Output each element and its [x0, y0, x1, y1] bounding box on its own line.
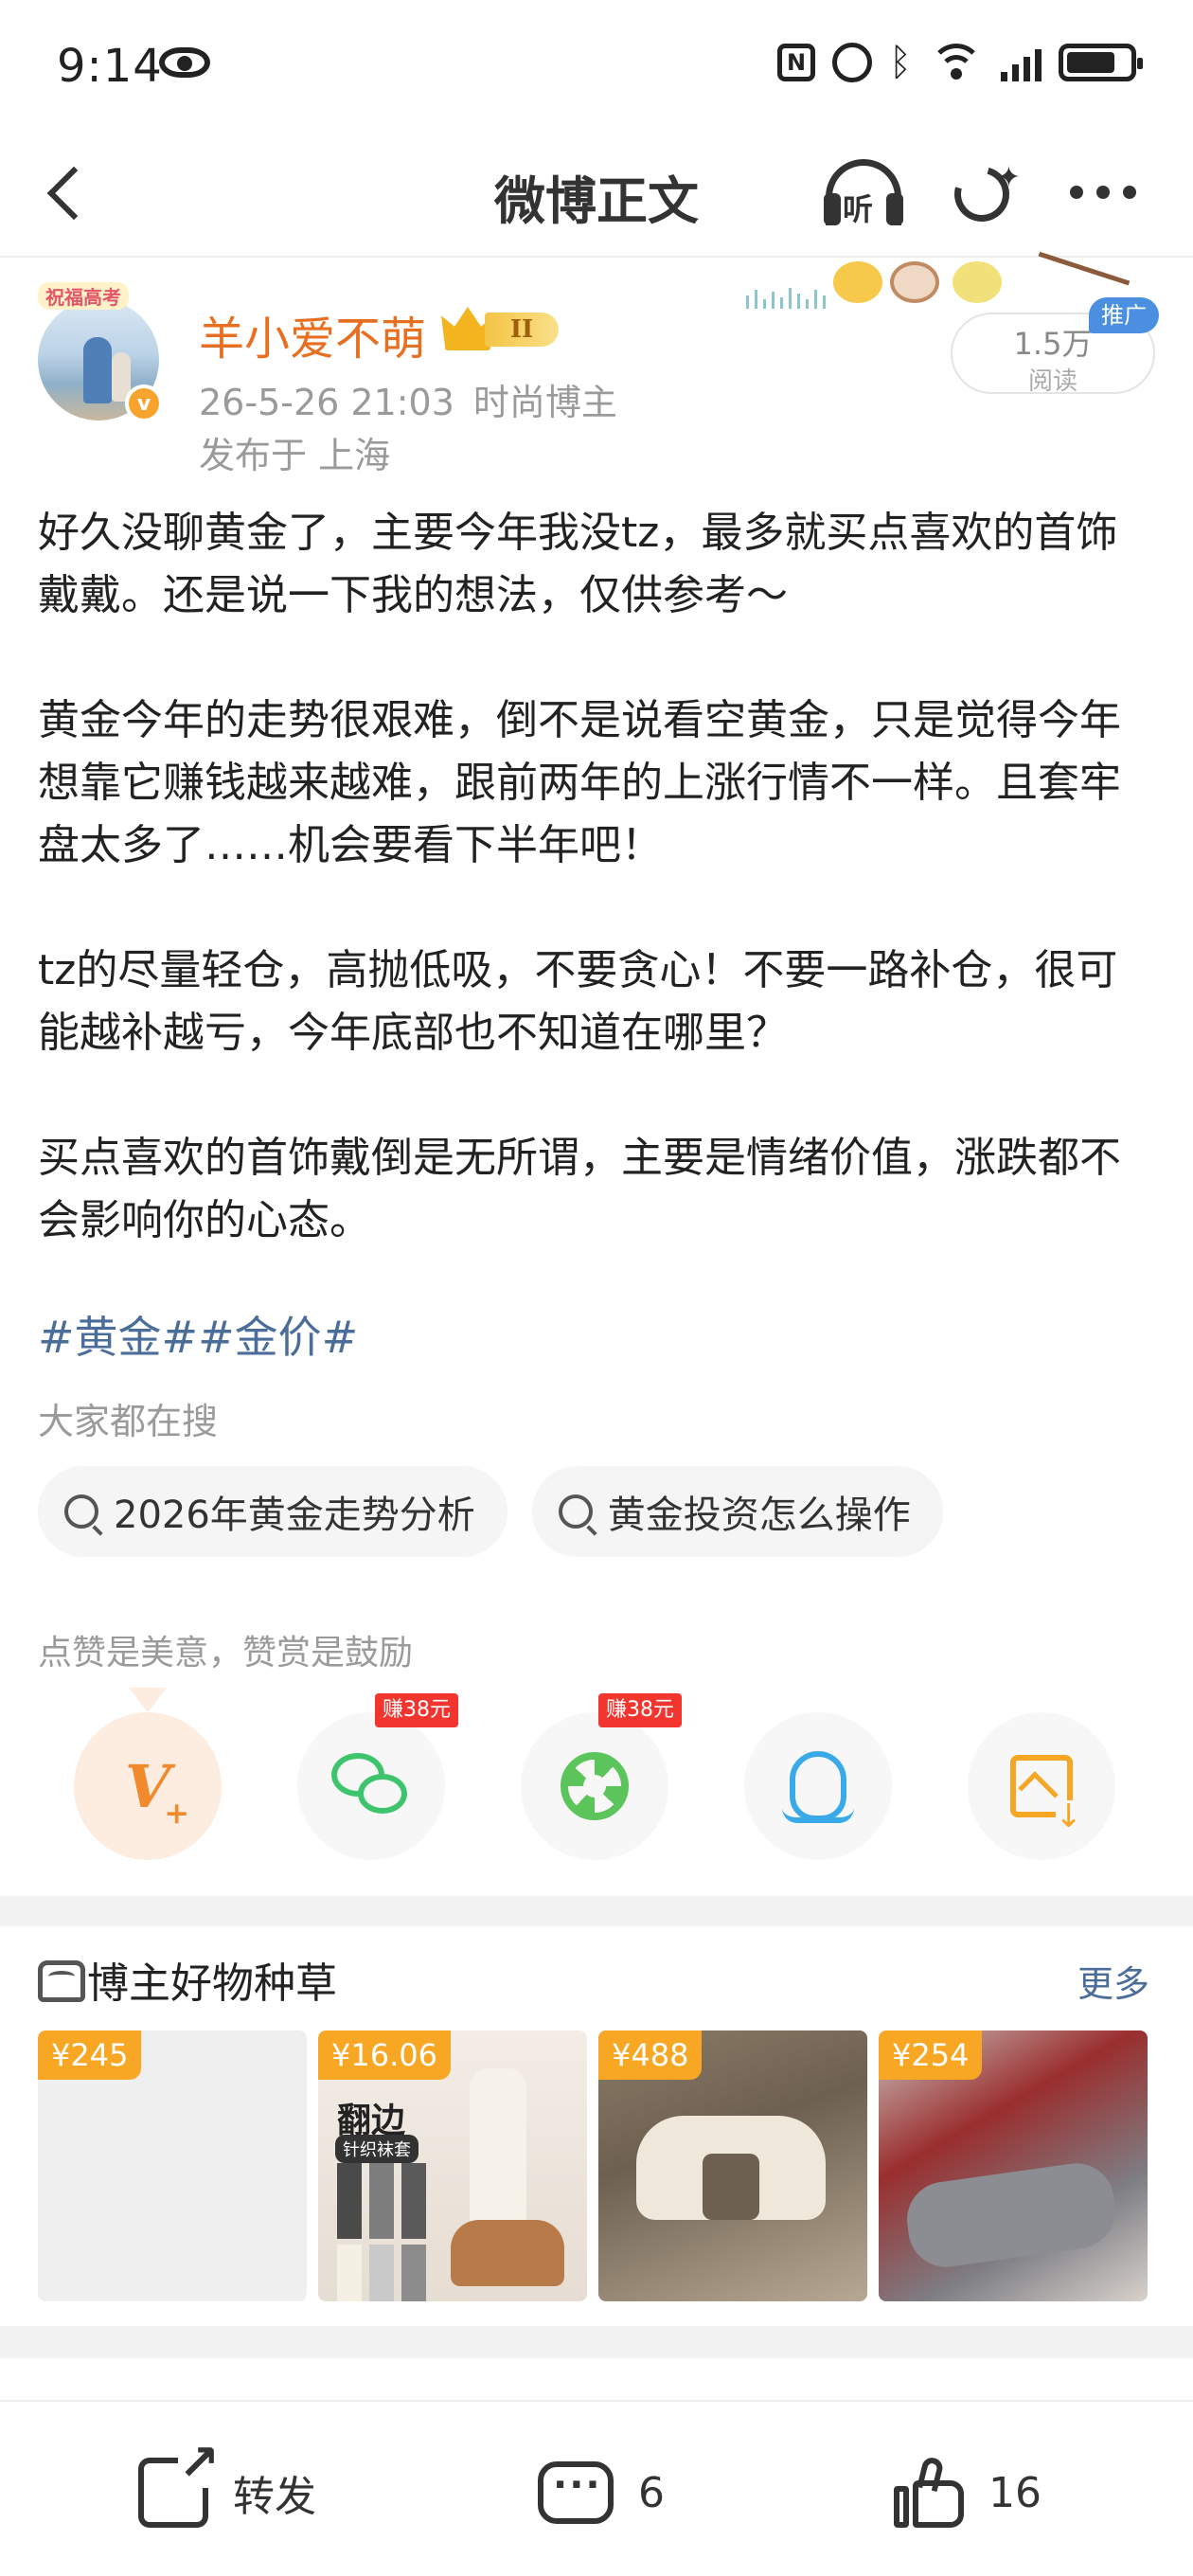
hashtag-link[interactable]: #黄金# [38, 1312, 198, 1363]
author-role: 时尚博主 [472, 382, 617, 423]
repost-button[interactable]: 转发 [138, 2439, 316, 2531]
chip-label: 黄金投资怎么操作 [607, 1494, 911, 1537]
save-image-icon [1010, 1755, 1082, 1833]
shop-icon [38, 1960, 85, 2002]
price-tag: ¥488 [598, 2030, 703, 2080]
repost-icon [138, 2439, 220, 2528]
repost-label: 转发 [233, 2473, 316, 2521]
post-time: 26-5-26 21:03 [199, 382, 454, 423]
signal-icon [1001, 44, 1042, 81]
sparkle-icon: ✦ [996, 161, 1021, 194]
post-paragraph: 好久没聊黄金了，主要今年我没tz，最多就买点喜欢的首饰戴戴。还是说一下我的想法，… [38, 509, 1118, 619]
more-options-icon[interactable] [1070, 186, 1136, 199]
vip-badge[interactable]: II [441, 307, 562, 350]
bird-icon [953, 261, 1002, 303]
goods-more-link[interactable]: 更多 [1077, 1955, 1149, 2007]
search-icon [64, 1494, 98, 1529]
eye-icon [159, 47, 210, 78]
verified-icon: v [125, 385, 163, 422]
post-paragraph: tz的尽量轻仓，高抛低吸，不要贪心！不要一路补仓，很可能越补越亏，今年底部也不知… [38, 946, 1118, 1057]
comment-icon [538, 2461, 614, 2524]
decoration-strip [746, 251, 1131, 327]
bottom-action-bar: 转发 6 16 [0, 2400, 1193, 2576]
post-meta: 26-5-26 21:03 时尚博主 [199, 373, 617, 425]
chick-icon [833, 261, 882, 303]
hashtag-link[interactable]: #金价# [198, 1312, 358, 1363]
share-wechat-button[interactable] [297, 1712, 445, 1860]
hot-search-chips: 2026年黄金走势分析 黄金投资怎么操作 [38, 1466, 943, 1557]
earn-badge: 赚38元 [375, 1693, 458, 1727]
post-paragraph: 买点喜欢的首饰戴倒是无所谓，主要是情绪价值，涨跌都不会影响你的心态。 [38, 1134, 1121, 1244]
goods-title: 博主好物种草 [87, 1959, 337, 2008]
like-button[interactable]: 16 [894, 2455, 1042, 2531]
price-tag: ¥245 [38, 2030, 142, 2080]
hashtags: #黄金##金价# [38, 1303, 358, 1366]
post-body: 好久没聊黄金了，主要今年我没tz，最多就买点喜欢的首饰戴戴。还是说一下我的想法，… [38, 502, 1155, 1252]
post-location: 发布于 上海 [199, 435, 391, 476]
like-count: 16 [988, 2468, 1042, 2517]
search-icon [558, 1494, 593, 1529]
author-avatar[interactable]: 祝福高考 v [38, 282, 167, 422]
earn-badge: 赚38元 [598, 1693, 682, 1727]
listen-button[interactable]: 听 [820, 155, 907, 233]
reward-icon: V + [124, 1751, 190, 1831]
search-suggestion-chip[interactable]: 2026年黄金走势分析 [38, 1466, 507, 1557]
reads-label: 阅读 [1027, 367, 1077, 396]
share-row: V + 赚38元 赚38元 [0, 1688, 1193, 1868]
section-divider [0, 1896, 1193, 1926]
product-image-subtext: 针织袜套 [335, 2135, 418, 2163]
qq-icon [782, 1751, 854, 1823]
goods-grid: ¥245 翻边 针织袜套 ¥16.06 ¥488 ¥254 [38, 2030, 1155, 2301]
status-time: 9:14 [57, 40, 163, 93]
equalizer-decoration [746, 288, 826, 309]
save-image-button[interactable] [968, 1712, 1115, 1860]
share-moments-button[interactable] [521, 1712, 668, 1860]
battery-icon [1059, 44, 1143, 81]
wechat-icon [331, 1753, 411, 1819]
wifi-icon [929, 42, 984, 83]
chip-label: 2026年黄金走势分析 [114, 1494, 475, 1537]
search-button[interactable]: ✦ [944, 156, 1023, 233]
alarm-icon [832, 43, 872, 82]
reward-button[interactable]: V + [74, 1712, 222, 1860]
bird-icon [890, 261, 939, 303]
product-card[interactable]: ¥488 [598, 2030, 867, 2301]
hot-search-heading: 大家都在搜 [38, 1401, 219, 1442]
bluetooth-icon: ᛒ [889, 41, 912, 84]
comment-button[interactable]: 6 [538, 2455, 665, 2531]
price-tag: ¥254 [879, 2030, 983, 2080]
price-tag: ¥16.06 [318, 2030, 451, 2080]
avatar-frame-label: 祝福高考 [38, 282, 129, 310]
vip-level: II [485, 313, 559, 347]
post-paragraph: 黄金今年的走势很艰难，倒不是说看空黄金，只是觉得今年想靠它赚钱越来越难，跟前两年… [38, 696, 1121, 869]
reward-note: 点赞是美意，赞赏是鼓励 [38, 1634, 414, 1673]
goods-header: 博主好物种草 更多 [0, 1926, 1193, 2030]
product-card[interactable]: ¥245 [38, 2030, 307, 2301]
promo-badge[interactable]: 推广 [1089, 297, 1159, 333]
section-divider [0, 2326, 1193, 2358]
status-bar: 9:14 N ᛒ [0, 0, 1193, 133]
product-card[interactable]: 翻边 针织袜套 ¥16.06 [318, 2030, 587, 2301]
product-card[interactable]: ¥254 [879, 2030, 1148, 2301]
search-suggestion-chip[interactable]: 黄金投资怎么操作 [531, 1466, 943, 1557]
top-nav: 微博正文 听 ✦ [0, 133, 1193, 256]
comment-count: 6 [638, 2468, 665, 2517]
moments-icon [561, 1752, 629, 1820]
status-icons: N ᛒ [777, 41, 1143, 84]
listen-label: 听 [843, 191, 874, 227]
nfc-icon: N [777, 44, 815, 81]
thumbs-up-icon [894, 2455, 964, 2528]
author-name[interactable]: 羊小爱不萌 [199, 301, 426, 367]
share-qq-button[interactable] [744, 1712, 892, 1860]
